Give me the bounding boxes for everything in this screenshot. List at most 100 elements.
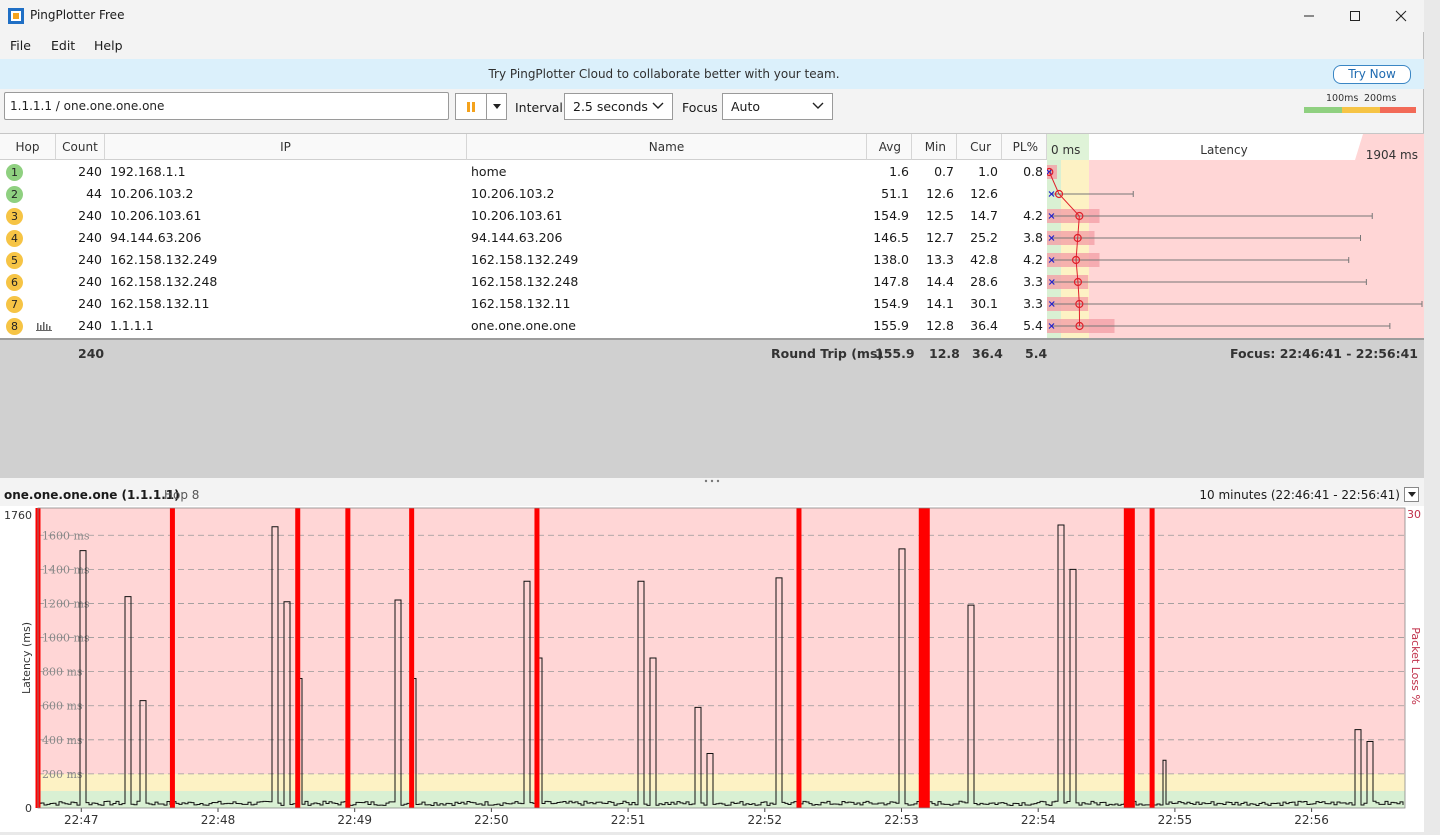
hop-cur: 1.0	[978, 164, 998, 179]
col-cur[interactable]: Cur	[957, 134, 1002, 160]
hop-ip: 162.158.132.11	[110, 296, 210, 311]
focus-select[interactable]: Auto	[722, 93, 833, 120]
x-tick-label: 22:47	[64, 813, 99, 827]
hop-cur: 25.2	[970, 230, 998, 245]
trace-grid: Hop Count IP Name Avg Min Cur PL% 0 ms La…	[0, 133, 1424, 479]
col-hop[interactable]: Hop	[0, 134, 56, 160]
y-tick-label: 600 ms	[42, 700, 83, 713]
hop-min: 14.1	[926, 296, 954, 311]
x-tick-label: 22:55	[1158, 813, 1193, 827]
hop-row[interactable]: 3 240 10.206.103.61 10.206.103.61 154.9 …	[0, 205, 1047, 227]
focus-label: Focus	[682, 100, 718, 115]
latency-time-graph: 1600 ms 1400 ms 1200 ms 1000 ms 800 ms 600 ms…	[0, 506, 1424, 832]
scale-bad-bar	[1380, 107, 1416, 113]
title-bar: PingPlotter Free	[0, 0, 1424, 32]
window-title: PingPlotter Free	[30, 8, 125, 22]
hop-row[interactable]: 8 240 1.1.1.1 one.one.one.one 155.9 12.8…	[0, 315, 1047, 337]
hop-ip: 10.206.103.61	[110, 208, 202, 223]
hop-avg: 51.1	[881, 186, 909, 201]
menu-bar: File Edit Help	[0, 32, 1424, 58]
hop-cur: 14.7	[970, 208, 998, 223]
minimize-icon	[1304, 15, 1314, 17]
plot-warn-zone	[38, 773, 1405, 791]
right-max-label: 30	[1407, 508, 1421, 521]
app-logo-icon	[8, 8, 24, 24]
y-tick-label: 1000 ms	[42, 632, 90, 645]
x-tick-label: 22:49	[337, 813, 372, 827]
hop-pl: 5.4	[1023, 318, 1043, 333]
graph-range-dropdown[interactable]	[1404, 487, 1419, 502]
hop-avg: 138.0	[873, 252, 909, 267]
interval-value: 2.5 seconds	[573, 99, 648, 114]
summary-pl: 5.4	[1025, 346, 1048, 361]
interval-select[interactable]: 2.5 seconds	[564, 93, 673, 120]
try-now-button[interactable]: Try Now	[1333, 65, 1411, 84]
hop-cur: 28.6	[970, 274, 998, 289]
hop-row[interactable]: 7 240 162.158.132.11 162.158.132.11 154.…	[0, 293, 1047, 315]
hop-row[interactable]: 2 44 10.206.103.2 10.206.103.2 51.1 12.6…	[0, 183, 1047, 205]
col-count[interactable]: Count	[56, 134, 105, 160]
menu-edit[interactable]: Edit	[51, 38, 75, 53]
hop-name: one.one.one.one	[471, 318, 576, 333]
graph-title: one.one.one.one (1.1.1.1)	[4, 488, 180, 502]
hop-avg: 155.9	[873, 318, 909, 333]
y-tick-label: 1600 ms	[42, 529, 90, 542]
hop-row[interactable]: 5 240 162.158.132.249 162.158.132.249 13…	[0, 249, 1047, 271]
hop-ip: 192.168.1.1	[110, 164, 186, 179]
target-input[interactable]	[4, 92, 449, 120]
minimize-button[interactable]	[1286, 0, 1332, 32]
pause-dropdown-button[interactable]	[487, 93, 507, 120]
packet-loss-marker	[796, 508, 802, 808]
chevron-down-icon	[652, 102, 664, 109]
col-pl[interactable]: PL%	[1002, 134, 1047, 160]
maximize-button[interactable]	[1332, 0, 1378, 32]
hop-row[interactable]: 6 240 162.158.132.248 162.158.132.248 14…	[0, 271, 1047, 293]
hop-min: 12.8	[926, 318, 954, 333]
hop-number-badge: 6	[6, 274, 23, 291]
col-name[interactable]: Name	[467, 134, 867, 160]
pause-icon	[467, 101, 475, 112]
x-tick-label: 22:54	[1021, 813, 1056, 827]
y-tick-label: 800 ms	[42, 666, 83, 679]
menu-file[interactable]: File	[10, 38, 31, 53]
graph-header: one.one.one.one (1.1.1.1) Hop 8 10 minut…	[0, 484, 1424, 506]
close-button[interactable]	[1378, 0, 1424, 32]
menu-help[interactable]: Help	[94, 38, 123, 53]
latency-column: 0 ms Latency 1904 ms	[1045, 134, 1424, 338]
right-axis-label: Packet Loss %	[1409, 627, 1422, 705]
time-graph-svg: 1600 ms 1400 ms 1200 ms 1000 ms 800 ms 600 ms…	[4, 507, 1422, 827]
packet-loss-marker	[295, 508, 301, 808]
app-window: PingPlotter Free File Edit Help Try Ping…	[0, 0, 1424, 832]
latency-min-label: 0 ms	[1051, 143, 1080, 157]
x-tick-label: 22:50	[474, 813, 509, 827]
graph-range: 10 minutes (22:46:41 - 22:56:41)	[1199, 488, 1400, 502]
hop-name: 10.206.103.61	[471, 208, 563, 223]
col-ip[interactable]: IP	[105, 134, 467, 160]
graph-toggle-icon[interactable]	[36, 321, 52, 331]
summary-row: 240 Round Trip (ms) 155.9 12.8 36.4 5.4 …	[0, 338, 1424, 479]
hop-row[interactable]: 1 240 192.168.1.1 home 1.6 0.7 1.0 0.8	[0, 161, 1047, 183]
hop-name: 10.206.103.2	[471, 186, 555, 201]
hop-name: 162.158.132.248	[471, 274, 579, 289]
x-tick-label: 22:53	[884, 813, 919, 827]
hop-avg: 154.9	[873, 208, 909, 223]
latency-mini-graph: 0 ms Latency 1904 ms	[1045, 134, 1423, 338]
hop-number-badge: 2	[6, 186, 23, 203]
hop-pl: 3.8	[1023, 230, 1043, 245]
pause-button[interactable]	[455, 93, 487, 120]
y-tick-label: 1400 ms	[42, 563, 90, 576]
hop-count: 240	[78, 252, 102, 267]
hop-ip: 1.1.1.1	[110, 318, 154, 333]
col-min[interactable]: Min	[912, 134, 957, 160]
hop-min: 12.5	[926, 208, 954, 223]
hop-pl: 0.8	[1023, 164, 1043, 179]
banner-text: Try PingPlotter Cloud to collaborate bet…	[488, 67, 840, 81]
hop-row[interactable]: 4 240 94.144.63.206 94.144.63.206 146.5 …	[0, 227, 1047, 249]
packet-loss-marker	[1123, 508, 1135, 808]
close-icon	[1395, 10, 1407, 22]
y-min-label: 0	[25, 802, 32, 815]
col-avg[interactable]: Avg	[867, 134, 912, 160]
hop-count: 240	[78, 208, 102, 223]
hop-count: 240	[78, 230, 102, 245]
hop-number-badge: 5	[6, 252, 23, 269]
